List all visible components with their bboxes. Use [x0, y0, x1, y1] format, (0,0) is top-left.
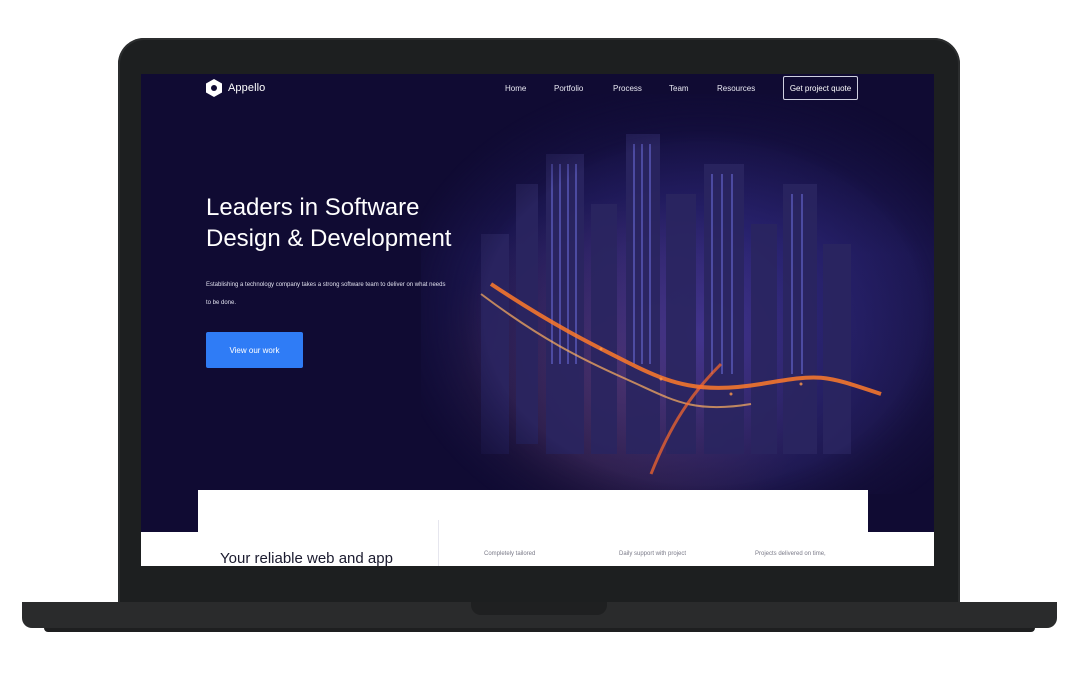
nav-home[interactable]: Home — [505, 84, 526, 93]
hero-title-line2: Design & Development — [206, 225, 452, 252]
card-divider — [438, 520, 439, 566]
laptop-base-foot — [44, 628, 1035, 632]
info-card: Your reliable web and app Completely tai… — [198, 490, 868, 566]
feature-item: Completely tailored — [484, 551, 536, 557]
laptop-notch — [471, 602, 607, 615]
view-our-work-button[interactable]: View our work — [206, 332, 303, 368]
nav-process[interactable]: Process — [613, 84, 642, 93]
laptop-screen: Appello Home Portfolio Process Team Reso… — [141, 74, 934, 566]
get-quote-button[interactable]: Get project quote — [783, 76, 858, 100]
hexagon-logo-icon — [206, 79, 222, 97]
hero-title: Leaders in Software Design & Development — [206, 192, 466, 254]
laptop-mockup: Appello Home Portfolio Process Team Reso… — [0, 0, 1080, 686]
feature-item: Daily support with project — [619, 551, 687, 557]
nav-portfolio[interactable]: Portfolio — [554, 84, 583, 93]
feature-item: Projects delivered on time, — [755, 551, 826, 557]
nav-resources[interactable]: Resources — [717, 84, 755, 93]
section-title: Your reliable web and app — [220, 550, 393, 566]
city-hero-image — [421, 94, 934, 494]
nav-team[interactable]: Team — [669, 84, 689, 93]
hero-title-line1: Leaders in Software — [206, 194, 420, 221]
hero-subtitle: Establishing a technology company takes … — [206, 282, 446, 306]
brand-logo[interactable]: Appello — [206, 79, 265, 97]
logo-text: Appello — [228, 82, 266, 94]
city-skyline-graphic — [480, 134, 882, 475]
